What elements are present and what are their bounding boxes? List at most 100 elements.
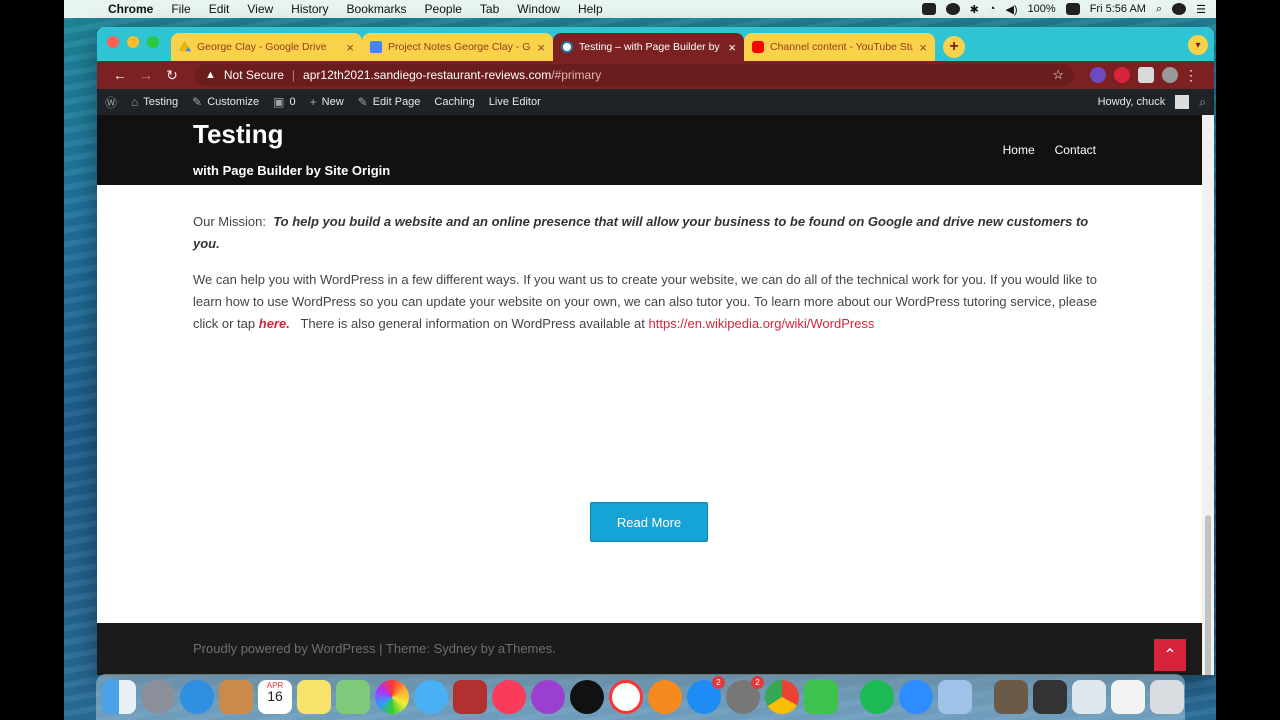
apple-tv-icon[interactable] bbox=[570, 680, 604, 714]
battery-icon[interactable] bbox=[1065, 3, 1080, 15]
finder-icon[interactable] bbox=[102, 680, 136, 714]
site-title[interactable]: Testing bbox=[193, 119, 284, 150]
close-window-button[interactable] bbox=[107, 36, 119, 48]
chrome-window: George Clay - Google Drive × Project Not… bbox=[97, 27, 1214, 675]
warning-icon[interactable]: ▲ bbox=[205, 69, 216, 81]
tab-project-notes[interactable]: Project Notes George Clay - Go × bbox=[362, 33, 553, 61]
user-avatar[interactable] bbox=[1175, 95, 1190, 109]
extension-red-icon[interactable] bbox=[1114, 67, 1130, 83]
window-thumbnail-icon-2[interactable] bbox=[1111, 680, 1145, 714]
bluetooth-icon[interactable]: ✱ bbox=[970, 3, 979, 16]
window-thumbnail-icon[interactable] bbox=[1072, 680, 1106, 714]
address-bar[interactable]: ▲ Not Secure | apr12th2021.sandiego-rest… bbox=[195, 64, 1074, 86]
app-store-icon[interactable]: 2 bbox=[687, 676, 725, 714]
photo-booth-icon[interactable] bbox=[453, 680, 487, 714]
wifi-icon[interactable]: ◔ bbox=[989, 3, 996, 15]
read-more-button[interactable]: Read More bbox=[590, 502, 708, 542]
security-status[interactable]: Not Secure bbox=[224, 68, 284, 82]
camera-icon[interactable] bbox=[921, 3, 936, 15]
messages-icon[interactable] bbox=[414, 680, 448, 714]
tab-search-icon[interactable]: ▾ bbox=[1188, 35, 1208, 55]
extensions-puzzle-icon[interactable] bbox=[1138, 67, 1154, 83]
bookmark-star-icon[interactable]: ☆ bbox=[1052, 67, 1064, 83]
admin-new-link[interactable]: + New bbox=[310, 95, 344, 109]
maps-icon[interactable] bbox=[336, 680, 370, 714]
left-letterbox bbox=[0, 0, 64, 720]
url-host: apr12th2021.sandiego-restaurant-reviews.… bbox=[303, 68, 552, 82]
facetime-icon[interactable] bbox=[804, 680, 838, 714]
admin-customize-link[interactable]: ✎ Customize bbox=[192, 95, 259, 109]
close-tab-icon[interactable]: × bbox=[728, 41, 736, 54]
siri-icon[interactable] bbox=[1172, 3, 1187, 15]
news-icon[interactable] bbox=[609, 680, 643, 714]
footer-credit[interactable]: Proudly powered by WordPress | Theme: Sy… bbox=[193, 641, 556, 656]
admin-caching-link[interactable]: Caching bbox=[434, 96, 474, 108]
preview-icon[interactable] bbox=[938, 680, 972, 714]
close-tab-icon[interactable]: × bbox=[919, 41, 927, 54]
spotify-icon[interactable] bbox=[860, 680, 894, 714]
tab-testing-active[interactable]: Testing – with Page Builder by S × bbox=[553, 33, 744, 61]
admin-site-link[interactable]: ⌂ Testing bbox=[131, 95, 178, 109]
photo-thumbnail-icon[interactable] bbox=[994, 680, 1028, 714]
menu-file[interactable]: File bbox=[171, 2, 190, 16]
admin-search-icon[interactable]: ⌕ bbox=[1199, 95, 1206, 110]
zoom-window-button[interactable] bbox=[147, 36, 159, 48]
control-center-icon[interactable]: ☰ bbox=[1196, 3, 1206, 16]
wordpress-logo-icon[interactable]: Ⓦ bbox=[105, 94, 117, 111]
back-icon[interactable]: ← bbox=[107, 67, 133, 83]
zoom-icon[interactable] bbox=[899, 680, 933, 714]
podcasts-icon[interactable] bbox=[531, 680, 565, 714]
books-icon[interactable] bbox=[648, 680, 682, 714]
menu-view[interactable]: View bbox=[247, 2, 273, 16]
menu-help[interactable]: Help bbox=[578, 2, 603, 16]
extension-k-icon[interactable] bbox=[1090, 67, 1106, 83]
clock[interactable]: Fri 5:56 AM bbox=[1090, 3, 1146, 15]
calendar-icon[interactable]: APR 16 bbox=[258, 680, 292, 714]
scrollbar-thumb[interactable] bbox=[1205, 515, 1211, 675]
minimize-window-button[interactable] bbox=[127, 36, 139, 48]
wordpress-icon bbox=[561, 41, 573, 53]
close-tab-icon[interactable]: × bbox=[537, 41, 545, 54]
howdy-user[interactable]: Howdy, chuck bbox=[1098, 96, 1166, 108]
reload-icon[interactable]: ↻ bbox=[159, 67, 185, 84]
menu-tab[interactable]: Tab bbox=[480, 2, 499, 16]
calendar-day: 16 bbox=[267, 688, 283, 704]
forward-icon[interactable]: → bbox=[133, 67, 159, 83]
launchpad-icon[interactable] bbox=[141, 680, 175, 714]
menu-window[interactable]: Window bbox=[517, 2, 560, 16]
trash-icon[interactable] bbox=[1150, 680, 1184, 714]
page-scrollbar[interactable] bbox=[1202, 115, 1214, 675]
admin-live-editor-link[interactable]: Live Editor bbox=[489, 96, 541, 108]
system-preferences-icon[interactable]: 2 bbox=[726, 676, 764, 714]
screenshot-icon[interactable] bbox=[1033, 680, 1067, 714]
profile-avatar[interactable] bbox=[1162, 67, 1178, 83]
menu-people[interactable]: People bbox=[425, 2, 462, 16]
volume-icon[interactable]: ◀) bbox=[1005, 3, 1017, 16]
notes-icon[interactable] bbox=[297, 680, 331, 714]
menu-bookmarks[interactable]: Bookmarks bbox=[347, 2, 407, 16]
menu-app-name[interactable]: Chrome bbox=[108, 2, 153, 16]
admin-edit-page-link[interactable]: ✎ Edit Page bbox=[358, 95, 421, 109]
spotlight-icon[interactable]: ⌕ bbox=[1156, 3, 1162, 16]
wikipedia-link[interactable]: https://en.wikipedia.org/wiki/WordPress bbox=[649, 316, 875, 331]
chrome-icon[interactable] bbox=[765, 680, 799, 714]
admin-customize-label: Customize bbox=[207, 96, 260, 108]
vpn-icon[interactable] bbox=[945, 3, 960, 15]
admin-comments-link[interactable]: ▣ 0 bbox=[273, 95, 295, 109]
new-tab-button[interactable]: + bbox=[943, 36, 965, 58]
battery-percent[interactable]: 100% bbox=[1028, 3, 1056, 15]
music-icon[interactable] bbox=[492, 680, 526, 714]
nav-home[interactable]: Home bbox=[1003, 143, 1035, 157]
tab-google-drive[interactable]: George Clay - Google Drive × bbox=[171, 33, 362, 61]
menu-edit[interactable]: Edit bbox=[209, 2, 230, 16]
tutoring-here-link[interactable]: here. bbox=[259, 316, 290, 331]
menu-history[interactable]: History bbox=[291, 2, 328, 16]
nav-contact[interactable]: Contact bbox=[1055, 143, 1096, 157]
safari-icon[interactable] bbox=[180, 680, 214, 714]
back-to-top-button[interactable]: ⌃ bbox=[1154, 639, 1186, 671]
chrome-menu-icon[interactable]: ⋮ bbox=[1178, 67, 1204, 84]
photos-icon[interactable] bbox=[375, 680, 409, 714]
tab-youtube-studio[interactable]: Channel content - YouTube Stu × bbox=[744, 33, 935, 61]
contacts-icon[interactable] bbox=[219, 680, 253, 714]
close-tab-icon[interactable]: × bbox=[346, 41, 354, 54]
